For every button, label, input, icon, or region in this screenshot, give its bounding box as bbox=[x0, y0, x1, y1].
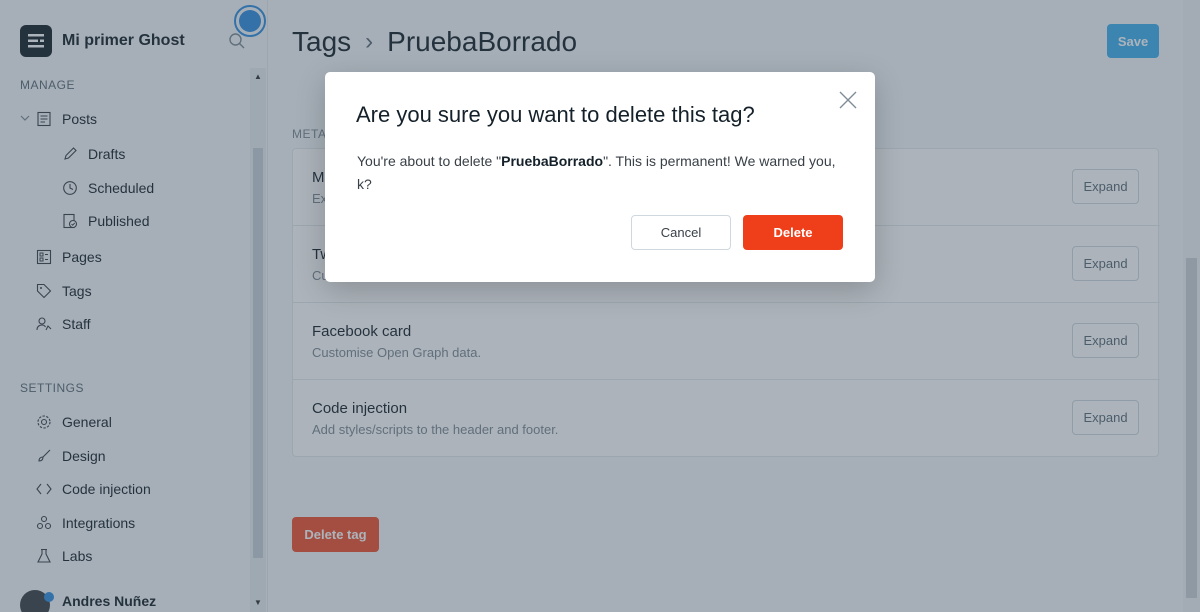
modal-message: You're about to delete "PruebaBorrado". … bbox=[357, 150, 847, 196]
cancel-button[interactable]: Cancel bbox=[631, 215, 731, 250]
close-icon[interactable] bbox=[838, 90, 858, 110]
delete-confirm-modal: Are you sure you want to delete this tag… bbox=[325, 72, 875, 282]
modal-message-prefix: You're about to delete " bbox=[357, 153, 502, 169]
delete-button[interactable]: Delete bbox=[743, 215, 843, 250]
modal-tag-name: PruebaBorrado bbox=[501, 153, 604, 169]
modal-title: Are you sure you want to delete this tag… bbox=[356, 102, 755, 127]
